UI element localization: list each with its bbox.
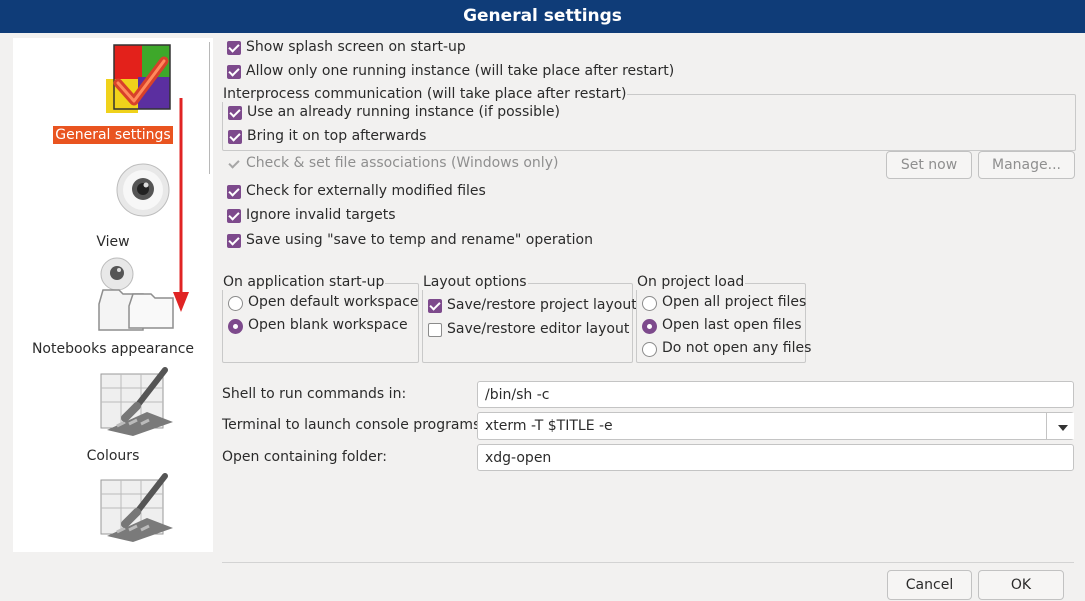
- editor-layout-checkbox[interactable]: [428, 323, 442, 337]
- open-all-label: Open all project files: [662, 294, 807, 310]
- file-assoc-label: Check & set file associations (Windows o…: [246, 155, 559, 171]
- open-last-radio[interactable]: [642, 319, 657, 334]
- down-arrow-annotation-icon: [173, 98, 189, 312]
- startup-title: On application start-up: [222, 274, 386, 290]
- terminal-label: Terminal to launch console programs:: [222, 417, 486, 433]
- layout-title: Layout options: [422, 274, 528, 290]
- use-running-label: Use an already running instance (if poss…: [247, 104, 560, 120]
- cancel-button[interactable]: Cancel: [887, 570, 972, 600]
- ignore-invalid-checkbox[interactable]: [227, 209, 241, 223]
- project-layout-checkbox[interactable]: [428, 299, 442, 313]
- shell-label: Shell to run commands in:: [222, 386, 407, 402]
- open-all-radio[interactable]: [642, 296, 657, 311]
- use-running-checkbox[interactable]: [228, 106, 242, 120]
- open-default-radio[interactable]: [228, 296, 243, 311]
- shell-input[interactable]: /bin/sh -c: [477, 381, 1074, 408]
- project-layout-label: Save/restore project layout: [447, 297, 637, 313]
- folder-label: Open containing folder:: [222, 449, 388, 465]
- chevron-down-icon[interactable]: [1046, 413, 1074, 439]
- ext-modified-checkbox[interactable]: [227, 185, 241, 199]
- scroll-separator: [209, 42, 210, 174]
- sidebar-label-notebooks[interactable]: Notebooks appearance: [13, 341, 213, 357]
- single-instance-checkbox[interactable]: [227, 65, 241, 79]
- window-title: General settings: [0, 0, 1085, 33]
- open-blank-radio[interactable]: [228, 319, 243, 334]
- no-open-radio[interactable]: [642, 342, 657, 357]
- project-load-title: On project load: [636, 274, 746, 290]
- colours-brush-icon: [100, 367, 173, 436]
- ipc-frame-title: Interprocess communication (will take pl…: [222, 86, 628, 102]
- ok-button[interactable]: OK: [978, 570, 1064, 600]
- single-instance-label: Allow only one running instance (will ta…: [246, 63, 675, 79]
- editor-layout-label: Save/restore editor layout: [447, 321, 630, 337]
- terminal-combo-value: xterm -T $TITLE -e: [485, 418, 613, 434]
- save-temp-checkbox[interactable]: [227, 234, 241, 248]
- no-open-label: Do not open any files: [662, 340, 812, 356]
- open-last-label: Open last open files: [662, 317, 802, 333]
- open-default-label: Open default workspace: [248, 294, 419, 310]
- bring-top-label: Bring it on top afterwards: [247, 128, 427, 144]
- open-blank-label: Open blank workspace: [248, 317, 408, 333]
- set-now-button[interactable]: Set now: [886, 151, 972, 179]
- terminal-combo[interactable]: xterm -T $TITLE -e: [477, 412, 1074, 440]
- ext-modified-label: Check for externally modified files: [246, 183, 486, 199]
- sidebar-label-colours[interactable]: Colours: [13, 448, 213, 464]
- save-temp-label: Save using "save to temp and rename" ope…: [246, 232, 593, 248]
- bring-top-checkbox[interactable]: [228, 130, 242, 144]
- splash-checkbox[interactable]: [227, 41, 241, 55]
- file-assoc-checkbox[interactable]: [227, 157, 241, 171]
- manage-button[interactable]: Manage...: [978, 151, 1075, 179]
- splash-label: Show splash screen on start-up: [246, 39, 466, 55]
- ignore-invalid-label: Ignore invalid targets: [246, 207, 396, 223]
- sidebar-item-fifth[interactable]: [13, 472, 213, 546]
- folder-input[interactable]: xdg-open: [477, 444, 1074, 471]
- footer-divider: [222, 562, 1074, 563]
- sidebar-item-colours[interactable]: [13, 366, 213, 440]
- brush-palette-icon: [100, 473, 173, 542]
